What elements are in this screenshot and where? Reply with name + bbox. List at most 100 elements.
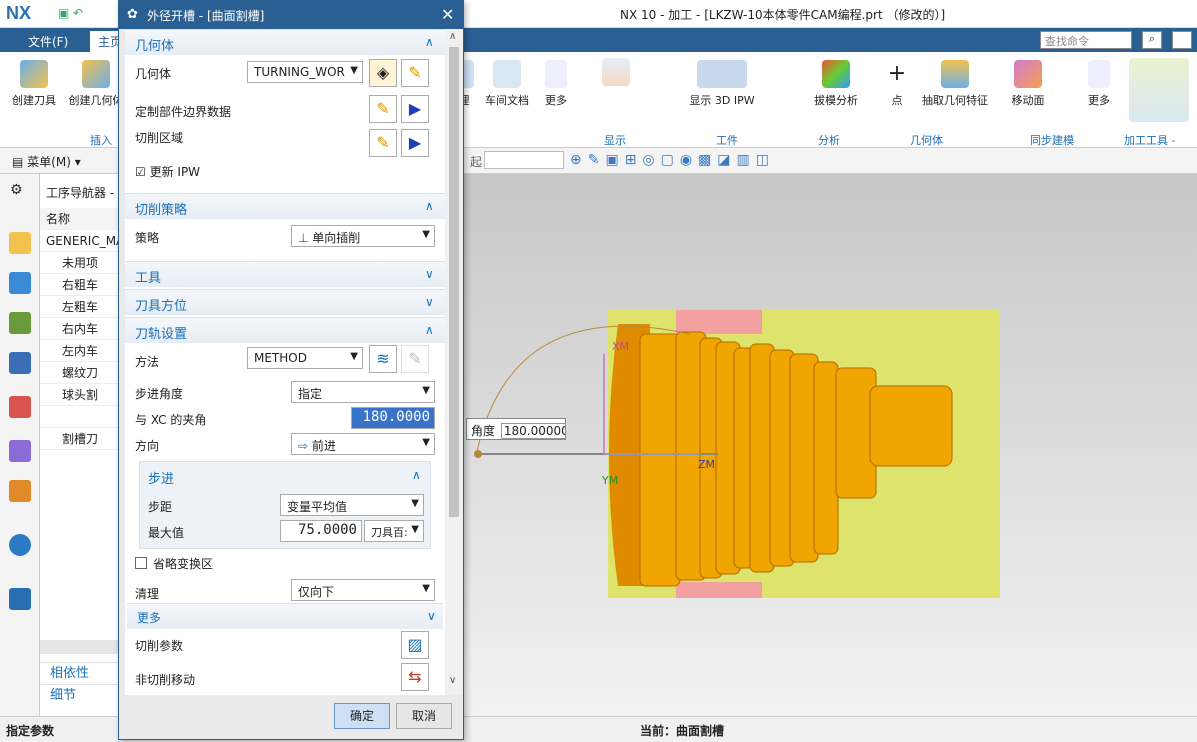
list-item[interactable]: 球头割 bbox=[40, 384, 124, 406]
display-tools[interactable] bbox=[586, 58, 646, 128]
section-more[interactable]: 更多 ∨ bbox=[127, 603, 443, 629]
cancel-button[interactable]: 取消 bbox=[396, 703, 452, 729]
boundary-label: 定制部件边界数据 bbox=[135, 105, 232, 119]
dialog-title-bar[interactable]: ✿ 外径开槽 - [曲面割槽] ✕ bbox=[119, 1, 463, 29]
step-angle-select[interactable]: 指定 ▼ bbox=[291, 381, 435, 403]
chevron-up-icon[interactable]: ∧ bbox=[449, 31, 456, 42]
web-browser-icon[interactable] bbox=[9, 534, 31, 556]
geometry-nav-icon[interactable] bbox=[9, 312, 31, 334]
list-item[interactable]: 左内车 bbox=[40, 340, 124, 362]
drag-handle[interactable] bbox=[474, 450, 482, 458]
method-select[interactable]: METHOD ▼ bbox=[247, 347, 363, 369]
create-tool-button[interactable]: 创建刀具 bbox=[4, 60, 64, 108]
list-item[interactable]: 右内车 bbox=[40, 318, 124, 340]
program-order-nav-icon[interactable] bbox=[9, 272, 31, 294]
history-icon[interactable] bbox=[9, 440, 31, 462]
machining-tools[interactable] bbox=[1124, 58, 1194, 128]
operation-navigator: 工序导航器 - 名称 GENERIC_MA 未用项 右粗车 左粗车 右内车 左内… bbox=[40, 174, 125, 716]
chevron-down-icon: ▼ bbox=[350, 351, 358, 362]
gear-icon[interactable]: ✿ bbox=[127, 7, 138, 22]
menu-button[interactable]: ▤ 菜单(M) ▾ bbox=[12, 153, 81, 170]
dialog-scrollbar[interactable]: ∧ ∨ bbox=[445, 29, 463, 695]
command-search-input[interactable]: 查找命令 bbox=[1040, 31, 1132, 49]
angle-value[interactable]: 180.00000 bbox=[500, 423, 565, 439]
max-unit-select[interactable]: 刀具百: ▼ bbox=[364, 520, 424, 542]
search-icon[interactable]: ⌕ bbox=[1142, 31, 1162, 49]
chevron-up-icon[interactable]: ∧ bbox=[425, 35, 434, 49]
noncut-moves-button[interactable]: ⇆ bbox=[401, 663, 429, 691]
view-toolbar-icons[interactable]: ⊕✎▣⊞◎▢◉▩◪▥◫ bbox=[570, 152, 775, 168]
step-select[interactable]: 变量平均值 ▼ bbox=[280, 494, 424, 516]
strategy-select[interactable]: ⊥ 单向插削 ▼ bbox=[291, 225, 435, 247]
details-panel[interactable]: 细节 bbox=[40, 684, 124, 706]
angle-input[interactable]: 角度 180.00000 bbox=[466, 418, 566, 440]
chevron-down-icon[interactable]: ∨ bbox=[427, 609, 436, 623]
section-geometry[interactable]: 几何体 ∧ bbox=[125, 29, 445, 55]
chevron-up-icon[interactable]: ∧ bbox=[425, 323, 434, 337]
boundary-flashlight-icon[interactable]: ▶ bbox=[401, 95, 429, 123]
machine-tool-nav-icon[interactable] bbox=[9, 232, 31, 254]
geometry-select[interactable]: TURNING_WOR ▼ bbox=[247, 61, 363, 83]
chevron-up-icon[interactable]: ∧ bbox=[425, 199, 434, 213]
edit-geometry-wrench-icon[interactable]: ✎ bbox=[401, 59, 429, 87]
list-item[interactable] bbox=[40, 406, 124, 428]
section-tool-axis[interactable]: 刀具方位 ∨ bbox=[125, 289, 445, 315]
more-button-2[interactable]: 更多 bbox=[1084, 60, 1114, 108]
move-face-button[interactable]: 移动面 bbox=[1006, 60, 1050, 108]
more-button-1[interactable]: 更多 bbox=[538, 60, 574, 108]
list-item[interactable]: 螺纹刀 bbox=[40, 362, 124, 384]
cut-params-button[interactable]: ▨ bbox=[401, 631, 429, 659]
chevron-down-icon[interactable]: ∨ bbox=[425, 267, 434, 281]
chevron-down-icon[interactable]: ∨ bbox=[425, 295, 434, 309]
reuse-library-icon[interactable] bbox=[9, 396, 31, 418]
ok-button[interactable]: 确定 bbox=[334, 703, 390, 729]
list-item[interactable]: 未用项 bbox=[40, 252, 124, 274]
quick-access-toolbar[interactable]: ▣ ↶ bbox=[58, 6, 83, 20]
show-3d-ipw-button[interactable]: 显示 3D IPW bbox=[672, 60, 772, 108]
skip-transition-checkbox[interactable] bbox=[135, 557, 147, 569]
column-header[interactable]: 名称 bbox=[40, 208, 124, 230]
list-item[interactable]: 左粗车 bbox=[40, 296, 124, 318]
filter-dropdown[interactable] bbox=[484, 151, 564, 169]
close-icon[interactable]: ✕ bbox=[441, 5, 454, 24]
cut-region-wrench-icon[interactable]: ✎ bbox=[369, 129, 397, 157]
list-item[interactable]: GENERIC_MA bbox=[40, 230, 124, 252]
extract-geometry-button[interactable]: 抽取几何特征 bbox=[918, 60, 992, 108]
section-path-settings[interactable]: 刀轨设置 ∧ bbox=[125, 317, 445, 343]
xc-angle-input[interactable]: 180.0000 bbox=[351, 407, 435, 429]
list-item[interactable]: 右粗车 bbox=[40, 274, 124, 296]
max-value-input[interactable]: 75.0000 bbox=[280, 520, 362, 542]
save-icon[interactable]: ▣ bbox=[58, 6, 69, 20]
shop-doc-button[interactable]: 车间文档 bbox=[478, 60, 536, 108]
roles-icon[interactable] bbox=[9, 588, 31, 610]
method-create-icon[interactable]: ≋ bbox=[369, 345, 397, 373]
direction-select[interactable]: ⇨ 前进 ▼ bbox=[291, 433, 435, 455]
scroll-thumb[interactable] bbox=[449, 47, 459, 517]
new-geometry-button[interactable]: ◈ bbox=[369, 59, 397, 87]
section-tool[interactable]: 工具 ∨ bbox=[125, 261, 445, 287]
group-geometry-label: 几何体 bbox=[910, 134, 943, 147]
more-icon bbox=[545, 60, 567, 88]
boundary-wrench-icon[interactable]: ✎ bbox=[369, 95, 397, 123]
horizontal-scrollbar[interactable] bbox=[40, 640, 124, 654]
tab-file[interactable]: 文件(F) bbox=[20, 31, 76, 52]
status-prompt: 指定参数 bbox=[6, 724, 55, 738]
dependencies-panel[interactable]: 相依性 bbox=[40, 662, 124, 684]
create-geometry-button[interactable]: 创建几何体 bbox=[66, 60, 126, 108]
chevron-down-icon[interactable]: ∨ bbox=[449, 675, 456, 686]
draft-analysis-button[interactable]: 拔模分析 bbox=[808, 60, 864, 108]
gear-icon[interactable]: ⚙ bbox=[10, 182, 23, 198]
ribbon-minimize-button[interactable] bbox=[1172, 31, 1192, 49]
palette-icon[interactable] bbox=[9, 480, 31, 502]
graphics-window[interactable]: XM YM ZM bbox=[450, 174, 1197, 716]
undo-icon[interactable]: ↶ bbox=[73, 6, 83, 20]
method-nav-icon[interactable] bbox=[9, 352, 31, 374]
chevron-up-icon[interactable]: ∧ bbox=[412, 468, 421, 482]
cut-region-flashlight-icon[interactable]: ▶ bbox=[401, 129, 429, 157]
list-item[interactable]: 割槽刀 bbox=[40, 428, 124, 450]
cleanup-select[interactable]: 仅向下 ▼ bbox=[291, 579, 435, 601]
update-ipw-checkbox[interactable]: ☑ 更新 IPW bbox=[135, 163, 200, 180]
section-strategy[interactable]: 切削策略 ∧ bbox=[125, 193, 445, 219]
method-wrench-icon[interactable]: ✎ bbox=[401, 345, 429, 373]
point-button[interactable]: + 点 bbox=[882, 60, 912, 108]
